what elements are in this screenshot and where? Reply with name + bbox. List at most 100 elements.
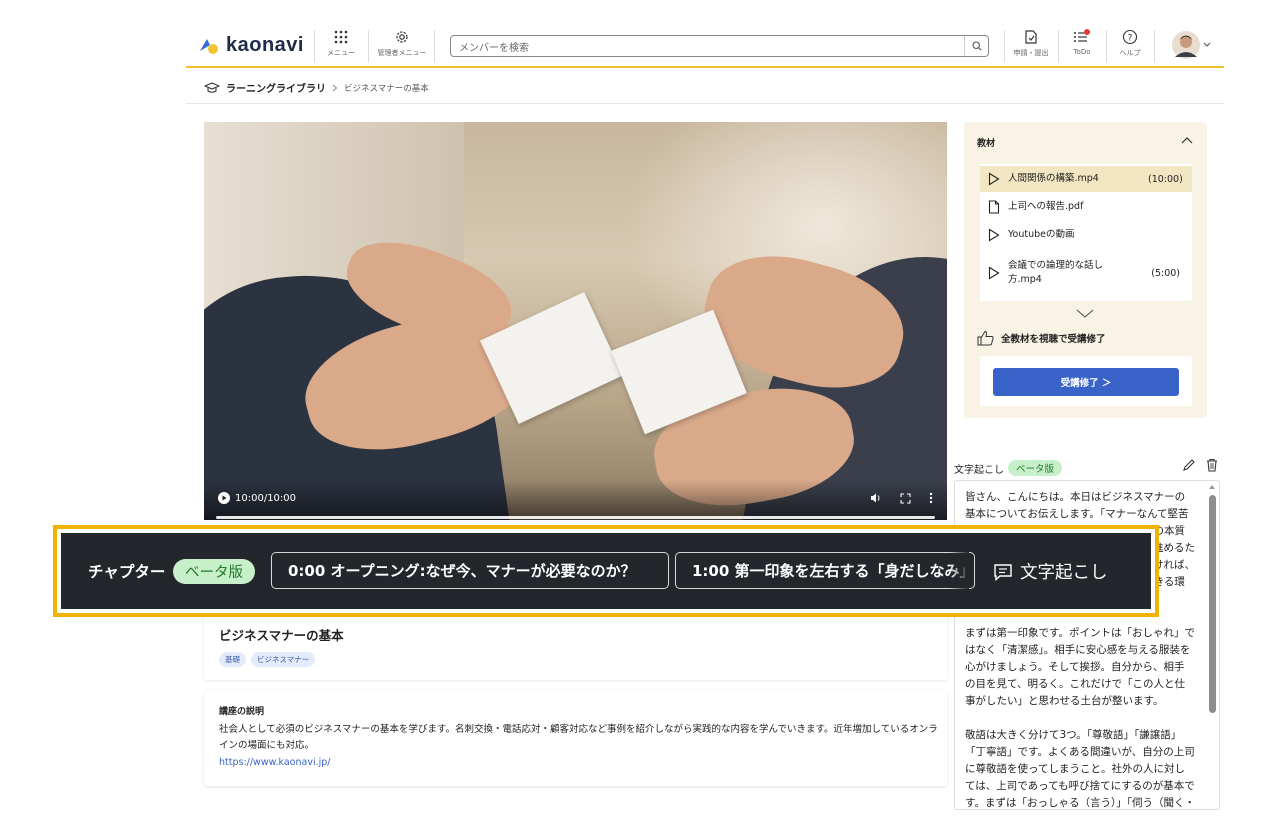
more-vertical-icon[interactable] <box>929 492 933 504</box>
complete-course-button[interactable]: 受講修了 ＞ <box>993 368 1179 396</box>
material-duration: (10:00) <box>1148 173 1183 185</box>
transcript-paragraph: まずは第一印象です。ポイントは「おしゃれ」ではなく「清潔感」。相手に安心感を与え… <box>965 627 1195 707</box>
divider <box>314 30 315 62</box>
materials-title: 教材 <box>977 139 996 149</box>
kaonavi-logo-icon <box>200 38 218 54</box>
breadcrumb-root[interactable]: ラーニングライブラリ <box>226 80 326 95</box>
divider <box>1106 30 1107 62</box>
completion-condition: 全教材を視聴で受講修了 <box>977 330 1106 346</box>
help-icon: ? <box>1122 29 1138 45</box>
admin-menu-button[interactable]: 管理者メニュー <box>372 26 432 64</box>
thumbs-up-icon <box>977 330 994 346</box>
play-icon <box>988 228 1000 242</box>
transcript-toggle-button[interactable]: 文字起こし <box>993 559 1108 584</box>
material-item[interactable]: 人間関係の構築.mp4 (10:00) <box>980 166 1192 192</box>
tag[interactable]: 基礎 <box>219 652 246 667</box>
description-text: 社会人として必須のビジネスマナーの基本を学びます。名刺交換・電話応対・顧客対応な… <box>219 724 938 751</box>
chapter-label: チャプター <box>88 563 166 581</box>
scroll-up-arrow[interactable] <box>1209 485 1215 489</box>
breadcrumb-bar: ラーニングライブラリ ビジネスマナーの基本 <box>186 70 1224 104</box>
divider <box>1058 30 1059 62</box>
graduation-cap-icon <box>204 81 220 93</box>
materials-panel: 教材 人間関係の構築.mp4 (10:00) 上司への報告.pdf Youtub… <box>964 122 1207 418</box>
tag[interactable]: ビジネスマナー <box>251 652 316 667</box>
breadcrumb: ラーニングライブラリ ビジネスマナーの基本 <box>204 80 429 95</box>
transcript-title: 文字起こし <box>954 464 1004 476</box>
chat-icon <box>994 563 1012 581</box>
scrollbar[interactable] <box>1209 495 1216 713</box>
chapter-beta-badge: ベータ版 <box>173 559 255 584</box>
divider <box>368 30 369 62</box>
chapter-chip[interactable]: 0:00 オープニング:なぜ今、マナーが必要なのか？ <box>271 552 669 589</box>
chevron-down-icon <box>1203 42 1211 47</box>
materials-list: 人間関係の構築.mp4 (10:00) 上司への報告.pdf Youtubeの動… <box>980 164 1192 301</box>
todo-icon <box>1074 29 1090 42</box>
play-icon[interactable] <box>218 492 230 504</box>
gear-icon <box>396 31 408 43</box>
material-label: Youtubeの動画 <box>1008 229 1075 240</box>
collapse-button[interactable] <box>1181 136 1193 144</box>
course-title: ビジネスマナーの基本 <box>219 628 344 643</box>
search-button[interactable] <box>964 36 988 56</box>
play-icon <box>988 266 1000 280</box>
todo-label: ToDo <box>1073 48 1091 56</box>
apply-icon <box>1025 30 1037 44</box>
menu-label: メニュー <box>327 49 355 57</box>
complete-button-area: 受講修了 ＞ <box>980 356 1192 406</box>
video-player[interactable]: 10:00/10:00 <box>204 122 947 520</box>
fullscreen-icon[interactable] <box>900 492 911 504</box>
material-item[interactable]: 会議での論理的な話し方.mp4 (5:00) <box>980 254 1192 292</box>
logo-text: kaonavi <box>226 34 304 56</box>
chapter-chip[interactable]: 1:00 第一印象を左右する「身だしなみ」 <box>675 552 975 589</box>
material-item[interactable]: 上司への報告.pdf <box>980 194 1192 220</box>
user-menu[interactable] <box>1172 31 1211 59</box>
beta-badge: ベータ版 <box>1008 460 1063 476</box>
apply-button[interactable]: 申請・提出 <box>1006 26 1056 64</box>
material-label: 会議での論理的な話し方.mp4 <box>1008 260 1104 285</box>
svg-text:?: ? <box>1128 33 1133 43</box>
top-bar: kaonavi メニュー 管理者メニュー メンバーを検索 申請・提出 ToDo … <box>186 0 1224 68</box>
transcript-toggle-label: 文字起こし <box>1020 563 1108 583</box>
trash-icon[interactable] <box>1206 458 1218 472</box>
edit-icon[interactable] <box>1182 458 1196 472</box>
material-item[interactable]: Youtubeの動画 <box>980 222 1192 248</box>
description-heading: 講座の説明 <box>219 707 265 717</box>
divider <box>1004 30 1005 62</box>
description-link[interactable]: https://www.kaonavi.jp/ <box>219 757 330 768</box>
logo[interactable]: kaonavi <box>198 34 304 57</box>
search-input[interactable]: メンバーを検索 <box>459 39 529 54</box>
help-button[interactable]: ? ヘルプ <box>1108 26 1152 64</box>
chapter-fade <box>949 533 969 609</box>
avatar <box>1172 31 1200 59</box>
volume-icon[interactable] <box>870 492 882 504</box>
material-duration: (5:00) <box>1151 267 1180 279</box>
course-description-card: 講座の説明 社会人として必須のビジネスマナーの基本を学びます。名刺交換・電話応対… <box>204 690 947 786</box>
document-icon <box>988 200 1000 214</box>
material-label: 上司への報告.pdf <box>1008 201 1084 212</box>
play-icon <box>988 172 1000 186</box>
completion-text: 全教材を視聴で受講修了 <box>1001 334 1106 345</box>
show-more-button[interactable] <box>1076 309 1094 319</box>
grid-icon <box>334 30 348 44</box>
video-controls-right <box>870 492 933 504</box>
member-search[interactable]: メンバーを検索 <box>450 35 989 57</box>
chevron-up-icon <box>1181 137 1193 144</box>
video-progress-bar[interactable] <box>216 516 935 519</box>
chevron-right-icon <box>332 84 338 91</box>
apply-label: 申請・提出 <box>1013 49 1049 57</box>
chevron-down-icon <box>1076 309 1094 318</box>
chapter-bar: チャプター ベータ版 0:00 オープニング:なぜ今、マナーが必要なのか？ 1:… <box>61 533 1151 609</box>
time-text: 10:00/10:00 <box>235 492 297 504</box>
tag-list: 基礎 ビジネスマナー <box>219 652 316 667</box>
video-controls: 10:00/10:00 <box>204 480 947 520</box>
material-label: 人間関係の構築.mp4 <box>1008 173 1099 184</box>
transcript-paragraph: 敬語は大きく分けて3つ。「尊敬語」「謙譲語」「丁寧語」です。よくある間違いが、自… <box>965 729 1195 809</box>
transcript-header: 文字起こし ベータ版 <box>954 458 1220 478</box>
divider <box>1154 30 1155 62</box>
search-icon <box>971 41 982 51</box>
todo-button[interactable]: ToDo <box>1060 26 1104 64</box>
breadcrumb-current: ビジネスマナーの基本 <box>344 83 429 94</box>
playback-time: 10:00/10:00 <box>218 492 296 504</box>
admin-menu-label: 管理者メニュー <box>377 49 427 57</box>
menu-button[interactable]: メニュー <box>316 26 366 64</box>
